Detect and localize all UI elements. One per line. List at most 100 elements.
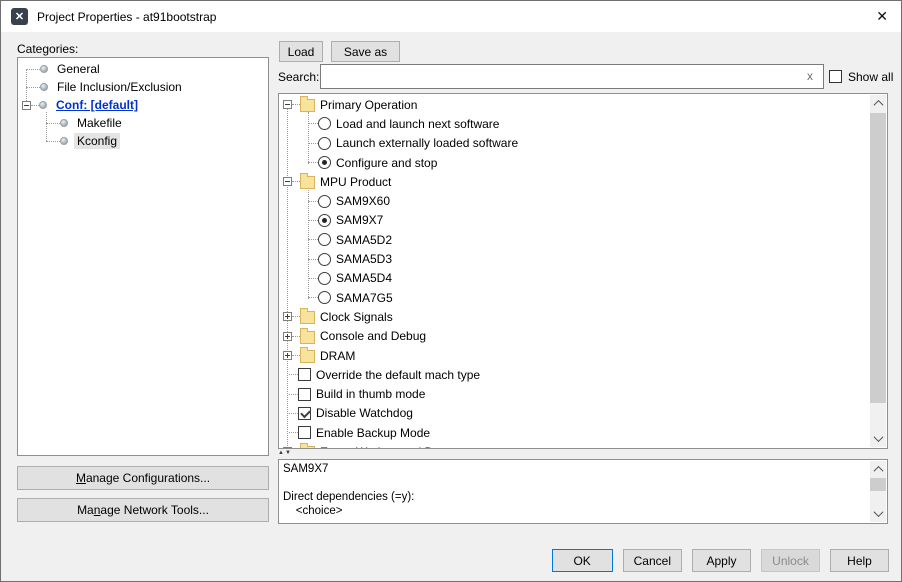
tree-guide (289, 432, 298, 433)
tree-scrollbar[interactable] (870, 95, 886, 447)
category-label: Kconfig (74, 133, 120, 149)
tree-guide (308, 220, 318, 221)
kconfig-item-label: SAM9X7 (336, 213, 383, 227)
checkbox-unchecked[interactable] (298, 388, 311, 401)
kconfig-item[interactable]: Errata Workaround Butt (279, 442, 870, 448)
ok-button[interactable]: OK (552, 549, 613, 572)
expander-minus-icon[interactable] (283, 447, 292, 448)
category-item[interactable]: Makefile (18, 114, 268, 132)
scroll-up-icon[interactable] (870, 95, 886, 112)
kconfig-item-label: Override the default mach type (316, 368, 480, 382)
kconfig-item-label: SAM9X60 (336, 194, 390, 208)
title-bar: ✕ Project Properties - at91bootstrap ✕ (1, 1, 901, 32)
expander-plus-icon[interactable] (283, 312, 292, 321)
scrollbar-thumb[interactable] (870, 113, 886, 403)
radio-unchecked[interactable] (318, 233, 331, 246)
radio-checked[interactable] (318, 214, 331, 227)
kconfig-item-label: Configure and stop (336, 156, 437, 170)
radio-unchecked[interactable] (318, 253, 331, 266)
tree-guide (26, 87, 40, 88)
kconfig-item[interactable]: SAMA5D2 (279, 230, 870, 249)
expander-plus-icon[interactable] (283, 351, 292, 360)
kconfig-item[interactable]: Disable Watchdog (279, 404, 870, 423)
description-scrollbar[interactable] (870, 461, 886, 522)
scroll-down-icon[interactable] (870, 505, 886, 522)
search-input[interactable] (320, 64, 824, 89)
kconfig-item[interactable]: SAMA5D4 (279, 269, 870, 288)
expander-minus-icon[interactable] (283, 100, 292, 109)
kconfig-item[interactable]: Configure and stop (279, 153, 870, 172)
clear-search-icon[interactable]: x (807, 69, 813, 83)
kconfig-item[interactable]: SAM9X60 (279, 191, 870, 210)
help-button[interactable]: Help (830, 549, 889, 572)
search-label: Search: (278, 70, 319, 84)
tree-guide (308, 143, 318, 144)
tree-guide (292, 336, 300, 337)
tree-guide (308, 123, 318, 124)
load-button[interactable]: Load (279, 41, 323, 62)
kconfig-item-label: Disable Watchdog (316, 406, 413, 420)
radio-unchecked[interactable] (318, 195, 331, 208)
tree-guide (308, 239, 318, 240)
kconfig-item[interactable]: SAMA5D3 (279, 249, 870, 268)
kconfig-item[interactable]: Clock Signals (279, 307, 870, 326)
checkbox-unchecked[interactable] (298, 368, 311, 381)
collapse-down-icon[interactable]: ▼ (285, 450, 292, 456)
kconfig-item-label: SAMA5D4 (336, 271, 392, 285)
scroll-up-icon[interactable] (870, 461, 886, 478)
scrollbar-thumb[interactable] (870, 478, 886, 491)
kconfig-item[interactable]: Load and launch next software (279, 114, 870, 133)
kconfig-item[interactable]: Build in thumb mode (279, 384, 870, 403)
label-part: Ma (77, 503, 94, 517)
kconfig-item-label: DRAM (320, 349, 355, 363)
scroll-down-icon[interactable] (870, 430, 886, 447)
radio-unchecked[interactable] (318, 117, 331, 130)
folder-icon (300, 331, 315, 344)
radio-unchecked[interactable] (318, 272, 331, 285)
radio-unchecked[interactable] (318, 291, 331, 304)
close-icon[interactable]: ✕ (876, 8, 888, 24)
kconfig-item-label: SAMA7G5 (336, 291, 393, 305)
tree-guide (308, 201, 318, 202)
kconfig-item-label: Console and Debug (320, 329, 426, 343)
collapse-up-icon[interactable]: ▲ (278, 450, 285, 456)
tree-guide (289, 374, 298, 375)
radio-unchecked[interactable] (318, 137, 331, 150)
tree-guide (292, 316, 300, 317)
cancel-button[interactable]: Cancel (623, 549, 682, 572)
kconfig-item[interactable]: DRAM (279, 346, 870, 365)
expander-minus-icon[interactable] (283, 177, 292, 186)
kconfig-item[interactable]: Launch externally loaded software (279, 134, 870, 153)
description-line: <choice> (283, 504, 867, 518)
kconfig-item-label: SAMA5D3 (336, 252, 392, 266)
apply-button[interactable]: Apply (692, 549, 751, 572)
kconfig-item[interactable]: MPU Product (279, 172, 870, 191)
radio-checked[interactable] (318, 156, 331, 169)
category-item[interactable]: Conf: [default] (18, 96, 268, 114)
project-properties-dialog: ✕ Project Properties - at91bootstrap ✕ C… (0, 0, 902, 582)
description-line: SAM9X7 (283, 462, 867, 476)
footer-buttons: OKCancelApplyUnlockHelp (552, 549, 889, 572)
category-item[interactable]: Kconfig (18, 132, 268, 150)
window-title: Project Properties - at91bootstrap (37, 10, 216, 24)
show-all-checkbox[interactable] (829, 70, 842, 83)
app-icon: ✕ (11, 8, 28, 25)
manage-network-tools-button[interactable]: Manage Network Tools... (17, 498, 269, 522)
kconfig-item[interactable]: SAM9X7 (279, 211, 870, 230)
kconfig-item[interactable]: Console and Debug (279, 327, 870, 346)
save-as-button[interactable]: Save as (331, 41, 400, 62)
splitter-collapse-icons[interactable]: ▲▼ (278, 450, 292, 457)
tree-guide (292, 355, 300, 356)
kconfig-item[interactable]: Primary Operation (279, 95, 870, 114)
checkbox-unchecked[interactable] (298, 426, 311, 439)
category-item[interactable]: General (18, 60, 268, 78)
expander-plus-icon[interactable] (283, 332, 292, 341)
kconfig-item[interactable]: Enable Backup Mode (279, 423, 870, 442)
expander-minus-icon[interactable] (22, 101, 31, 110)
category-item[interactable]: File Inclusion/Exclusion (18, 78, 268, 96)
checkbox-checked[interactable] (298, 407, 311, 420)
kconfig-item-label: Clock Signals (320, 310, 393, 324)
kconfig-item[interactable]: SAMA7G5 (279, 288, 870, 307)
manage-configurations-button[interactable]: Manage Configurations... (17, 466, 269, 490)
kconfig-item[interactable]: Override the default mach type (279, 365, 870, 384)
